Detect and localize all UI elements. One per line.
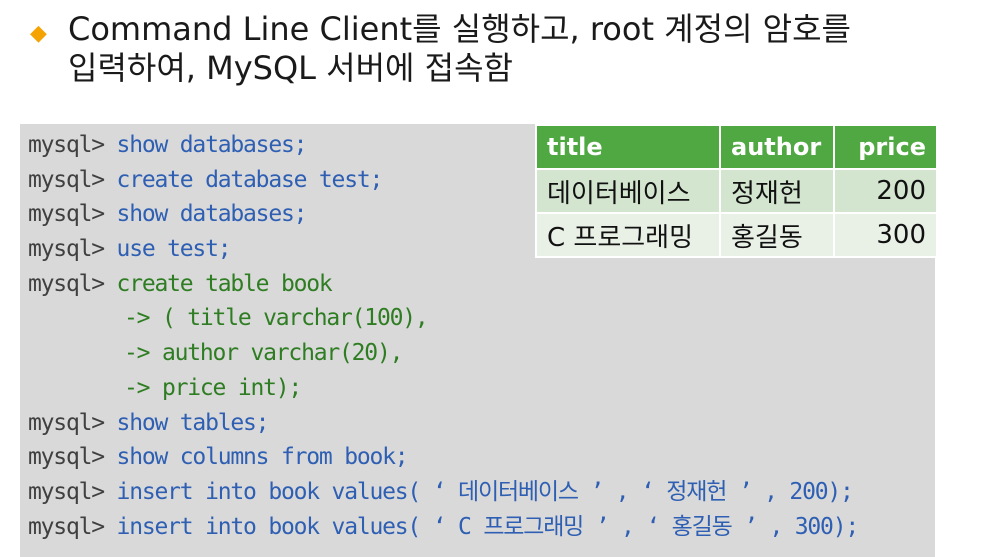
cell-title: 데이터베이스 xyxy=(535,168,721,214)
command-text: create database test; xyxy=(116,166,384,193)
continuation-line: -> ( title varchar(100), xyxy=(124,305,429,332)
continuation-line: -> price int); xyxy=(124,374,302,401)
command-text: insert into book values( ‘ 데이터베이스 ’ , ‘ … xyxy=(116,478,854,505)
table-row: 데이터베이스 정재헌 200 xyxy=(535,168,938,214)
column-header-price: price xyxy=(833,124,938,170)
column-header-author: author xyxy=(719,124,835,170)
mysql-prompt: mysql> xyxy=(28,132,105,158)
table-row: C 프로그래밍 홍길동 300 xyxy=(535,212,938,258)
heading-text: Command Line Client를 실행하고, root 계정의 암호를 … xyxy=(68,10,990,88)
column-header-title: title xyxy=(535,124,721,170)
command-text: create table book xyxy=(116,270,333,297)
command-text: show tables; xyxy=(116,409,270,436)
mysql-prompt: mysql> xyxy=(28,201,105,228)
command-text: show databases; xyxy=(116,201,308,228)
command-text: show databases; xyxy=(116,132,308,158)
code-line: mysql> insert into book values( ‘ 데이터베이스… xyxy=(28,475,858,510)
mysql-prompt: mysql> xyxy=(28,270,105,297)
heading-line-2: 입력하여, MySQL 서버에 접속함 xyxy=(68,49,513,87)
mysql-prompt: mysql> xyxy=(28,166,105,193)
code-line: -> author varchar(20), xyxy=(28,336,858,371)
code-line: mysql> show tables; xyxy=(28,406,858,441)
code-line: mysql> insert into book values( ‘ C 프로그래… xyxy=(28,510,860,545)
mysql-prompt: mysql> xyxy=(28,236,105,263)
command-text: insert into book values( ‘ C 프로그래밍 ’ , ‘… xyxy=(116,513,860,540)
cell-title: C 프로그래밍 xyxy=(535,212,721,258)
cell-price: 200 xyxy=(833,168,938,214)
continuation-line: -> author varchar(20), xyxy=(124,340,403,367)
table-header-row: title author price xyxy=(535,124,938,170)
cell-author: 홍길동 xyxy=(719,212,835,258)
mysql-prompt: mysql> xyxy=(28,409,105,436)
cell-author: 정재헌 xyxy=(719,168,835,214)
diamond-bullet-icon: ◆ xyxy=(30,21,47,46)
code-line: -> price int); xyxy=(28,371,858,406)
mysql-prompt: mysql> xyxy=(28,444,105,471)
heading-line-1: Command Line Client를 실행하고, root 계정의 암호를 xyxy=(68,10,851,48)
command-text: show columns from book; xyxy=(116,444,409,471)
slide-heading: ◆ Command Line Client를 실행하고, root 계정의 암호… xyxy=(30,10,990,88)
code-line: mysql> create table book xyxy=(28,267,858,302)
command-text: use test; xyxy=(116,236,232,263)
code-line: -> ( title varchar(100), xyxy=(28,301,858,336)
cell-price: 300 xyxy=(833,212,938,258)
mysql-prompt: mysql> xyxy=(28,513,105,540)
mysql-prompt: mysql> xyxy=(28,478,105,505)
book-result-table: title author price 데이터베이스 정재헌 200 C 프로그래… xyxy=(535,124,938,258)
code-line: mysql> show columns from book; xyxy=(28,440,858,475)
